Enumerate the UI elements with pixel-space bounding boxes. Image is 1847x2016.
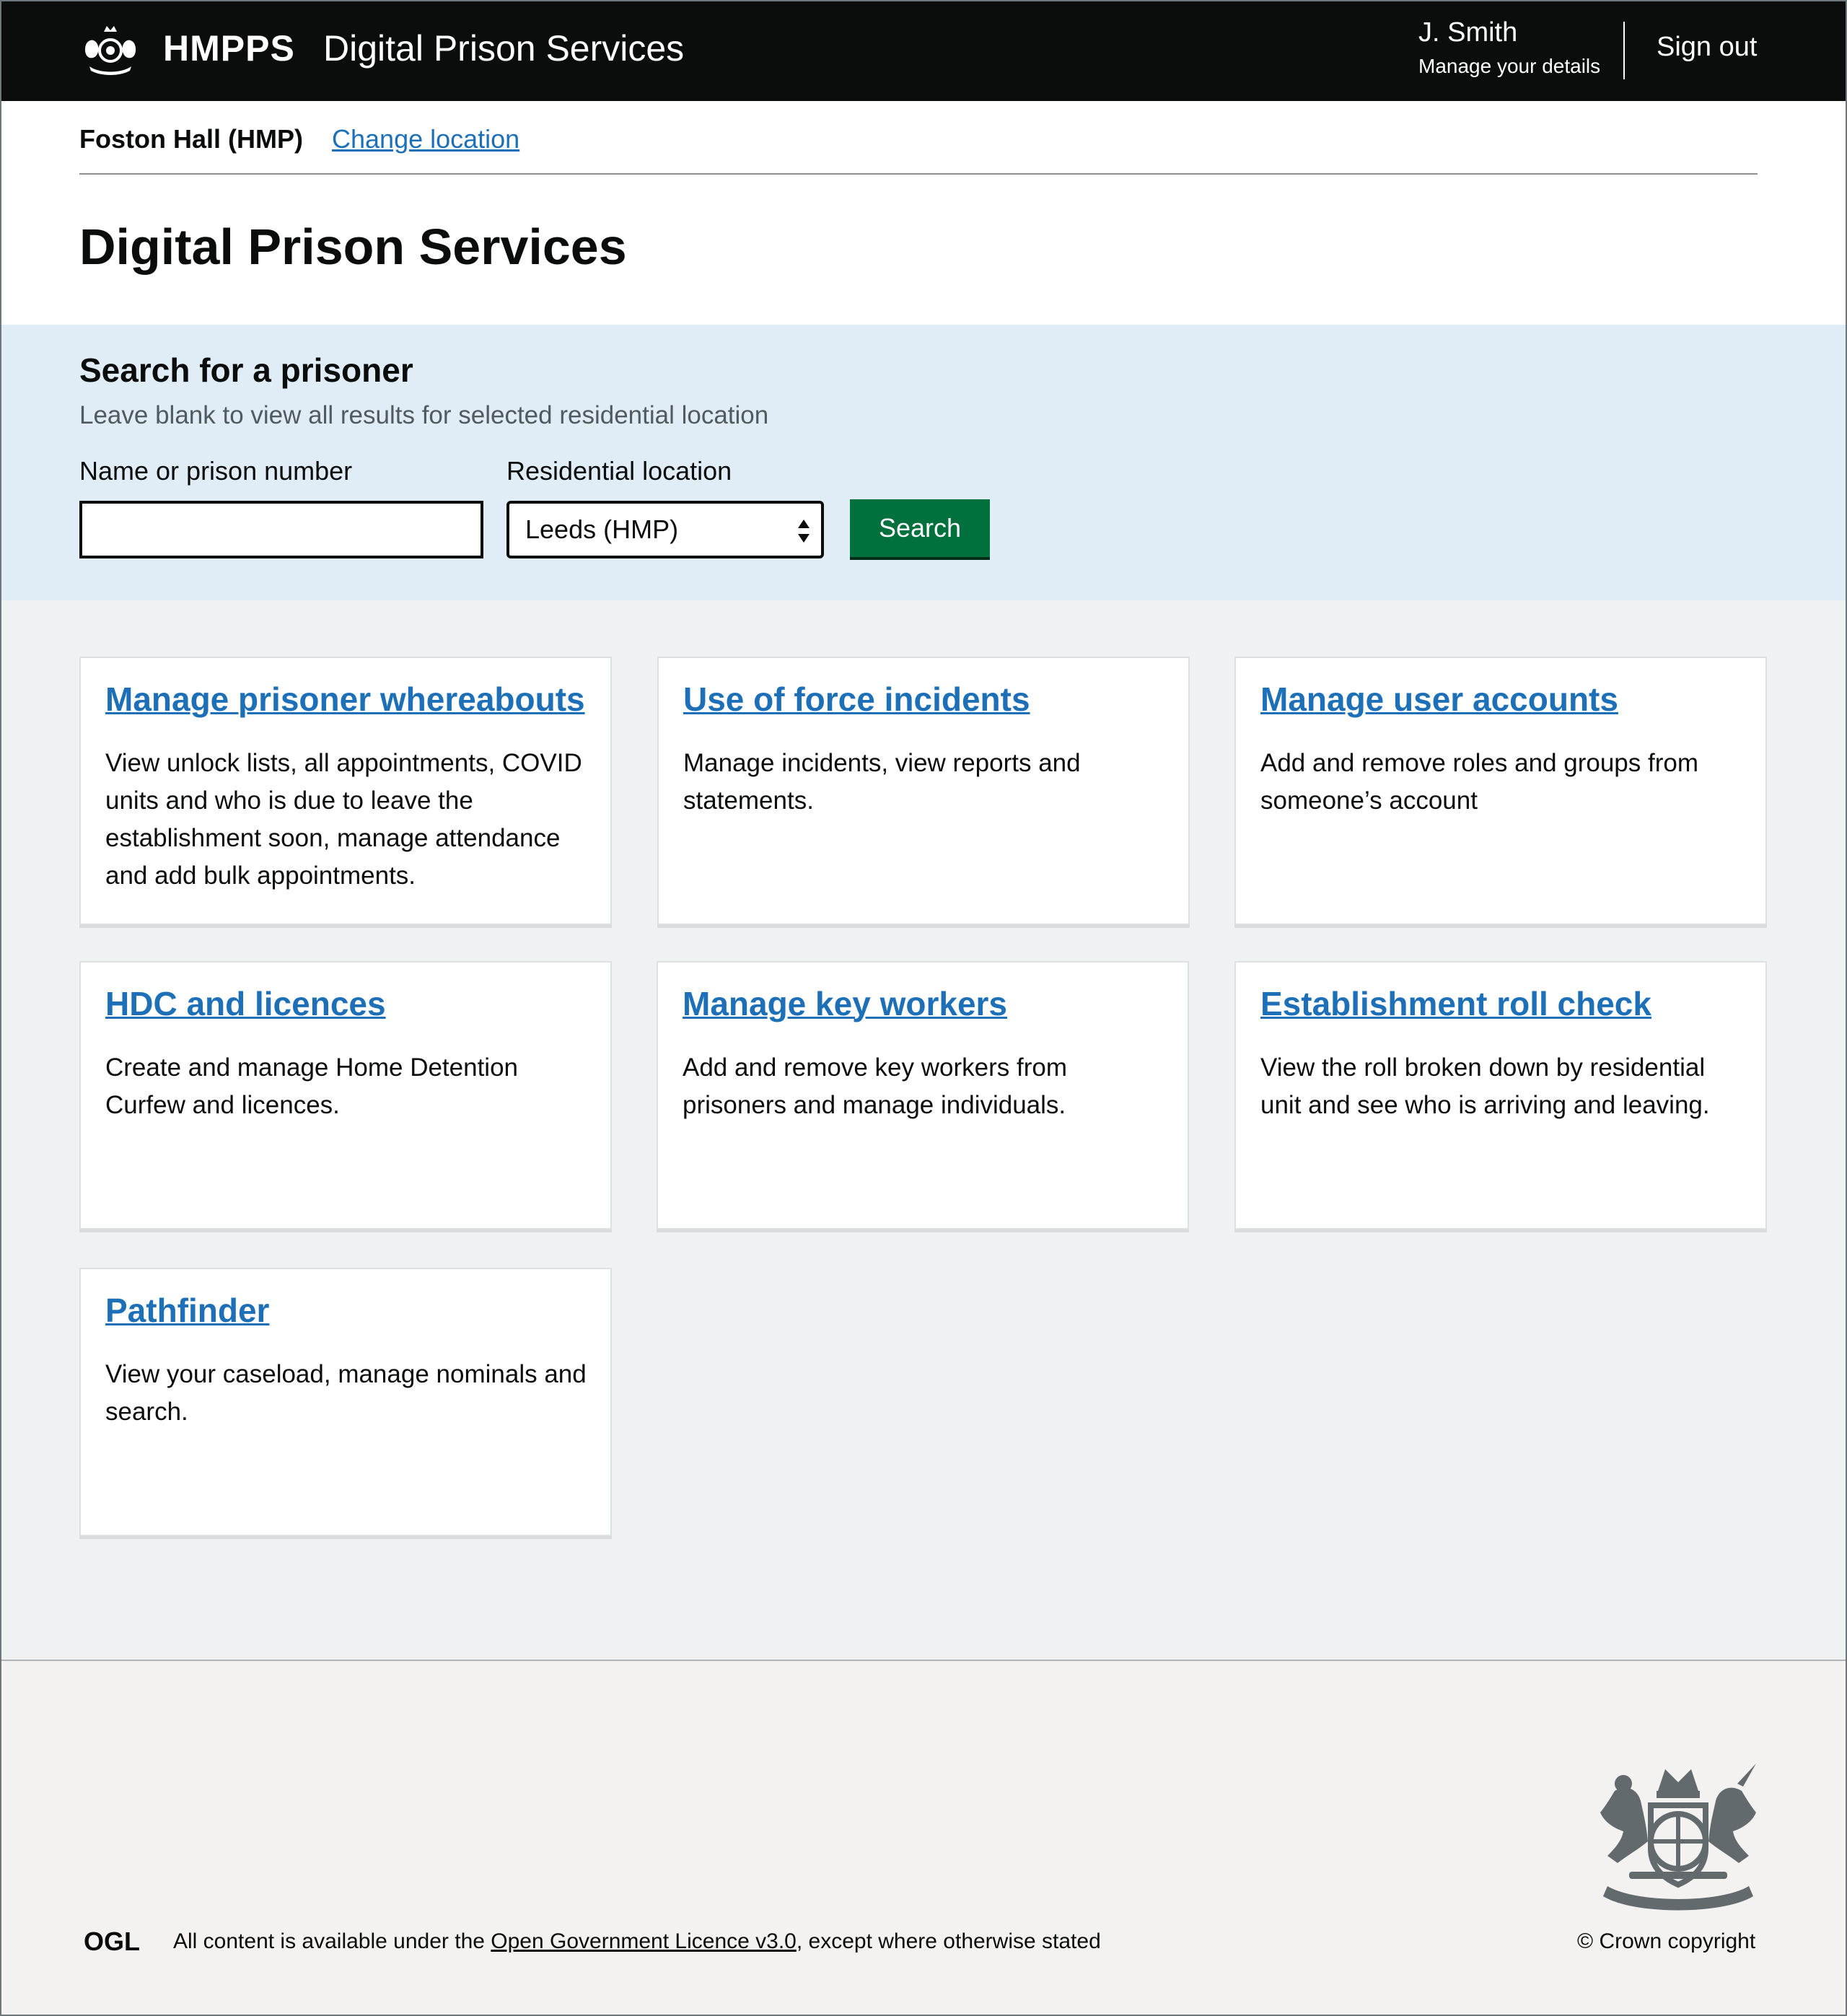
tile-title-link[interactable]: Manage prisoner whereabouts (105, 680, 585, 719)
header-divider (1623, 22, 1625, 79)
prisoner-search-panel: Search for a prisoner Leave blank to vie… (0, 325, 1847, 600)
services-tiles: Manage prisoner whereabouts View unlock … (0, 600, 1847, 1660)
royal-crest-icon[interactable] (79, 22, 141, 76)
tile-hdc-and-licences: HDC and licences Create and manage Home … (79, 961, 612, 1230)
tile-description: Manage incidents, view reports and state… (683, 749, 1081, 815)
current-location: Foston Hall (HMP) (79, 124, 303, 154)
name-or-number-input[interactable] (79, 501, 483, 558)
tile-title-link[interactable]: Pathfinder (105, 1291, 269, 1330)
royal-coat-of-arms-icon[interactable] (1586, 1762, 1771, 1914)
tile-use-of-force-incidents: Use of force incidents Manage incidents,… (657, 657, 1190, 925)
search-heading: Search for a prisoner (79, 351, 413, 389)
service-name-link[interactable]: Digital Prison Services (323, 27, 684, 69)
search-hint: Leave blank to view all results for sele… (79, 401, 769, 429)
location-field-label: Residential location (506, 456, 732, 486)
tile-description: Create and manage Home Detention Curfew … (105, 1053, 519, 1119)
change-location-link[interactable]: Change location (332, 124, 519, 154)
tile-manage-key-workers: Manage key workers Add and remove key wo… (657, 961, 1189, 1230)
licence-suffix: , except where otherwise stated (796, 1929, 1101, 1953)
tile-description: Add and remove roles and groups from som… (1260, 749, 1698, 815)
brand-name[interactable]: HMPPS (163, 27, 295, 69)
residential-location-select[interactable]: Leeds (HMP) (506, 501, 824, 558)
site-footer: OGL All content is available under the O… (0, 1660, 1847, 2016)
location-bar: Foston Hall (HMP) Change location (79, 101, 1758, 175)
tile-title-link[interactable]: Manage key workers (683, 984, 1007, 1023)
tile-title-link[interactable]: HDC and licences (105, 984, 386, 1023)
tile-manage-prisoner-whereabouts: Manage prisoner whereabouts View unlock … (79, 657, 612, 925)
page-title: Digital Prison Services (79, 219, 627, 275)
licence-prefix: All content is available under the (173, 1929, 491, 1953)
name-field-label: Name or prison number (79, 456, 353, 486)
site-header: HMPPS Digital Prison Services J. Smith M… (0, 0, 1847, 101)
tile-manage-user-accounts: Manage user accounts Add and remove role… (1234, 657, 1767, 925)
tile-description: Add and remove key workers from prisoner… (683, 1053, 1067, 1119)
tile-title-link[interactable]: Manage user accounts (1260, 680, 1618, 719)
search-button[interactable]: Search (850, 499, 990, 557)
sign-out-link[interactable]: Sign out (1657, 32, 1757, 63)
licence-statement: All content is available under the Open … (173, 1929, 1101, 1954)
open-government-licence-link[interactable]: Open Government Licence v3.0 (491, 1929, 797, 1953)
up-down-arrows-icon (798, 520, 810, 543)
tile-title-link[interactable]: Establishment roll check (1260, 984, 1651, 1023)
tile-pathfinder: Pathfinder View your caseload, manage no… (79, 1268, 612, 1536)
ogl-logo-text: OGL (84, 1928, 140, 1954)
crown-copyright-link[interactable]: © Crown copyright (1577, 1929, 1755, 1954)
tile-description: View your caseload, manage nominals and … (105, 1360, 587, 1426)
selected-location-value: Leeds (HMP) (525, 514, 679, 544)
tile-description: View the roll broken down by residential… (1260, 1053, 1710, 1119)
tile-establishment-roll-check: Establishment roll check View the roll b… (1234, 961, 1767, 1230)
tile-description: View unlock lists, all appointments, COV… (105, 749, 582, 890)
user-name: J. Smith (1418, 17, 1518, 48)
tile-title-link[interactable]: Use of force incidents (683, 680, 1030, 719)
ogl-logo[interactable]: OGL (84, 1928, 146, 1954)
manage-details-link[interactable]: Manage your details (1418, 55, 1600, 78)
